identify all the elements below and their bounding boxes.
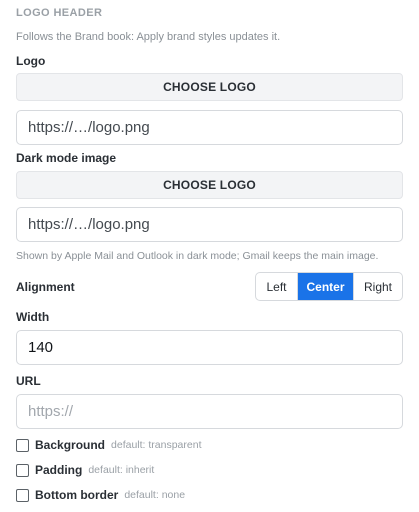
url-label: URL	[16, 374, 41, 388]
bottom-border-option: Bottom border default: none	[16, 487, 185, 503]
bottom-border-checkbox[interactable]	[16, 488, 29, 502]
padding-option-label: Padding	[35, 463, 83, 477]
background-default-text: default: transparent	[111, 439, 202, 451]
dark-mode-image-label: Dark mode image	[16, 151, 117, 165]
dark-mode-url-input[interactable]	[16, 207, 403, 242]
logo-label: Logo	[16, 54, 46, 68]
dark-mode-note: Shown by Apple Mail and Outlook in dark …	[16, 250, 379, 262]
url-input[interactable]	[16, 394, 403, 429]
alignment-label: Alignment	[16, 280, 75, 294]
width-label: Width	[16, 310, 50, 324]
align-right-button[interactable]: Right	[354, 273, 402, 300]
alignment-segmented-control: Left Center Right	[255, 272, 403, 301]
choose-logo-button[interactable]: CHOOSE LOGO	[16, 73, 403, 101]
width-input[interactable]	[16, 330, 403, 365]
bottom-border-default-text: default: none	[124, 489, 186, 501]
bottom-border-option-label: Bottom border	[35, 488, 119, 502]
padding-option: Padding default: inherit	[16, 462, 154, 478]
background-option: Background default: transparent	[16, 437, 202, 453]
section-hint: Follows the Brand book: Apply brand styl…	[16, 31, 281, 43]
logo-url-input[interactable]	[16, 110, 403, 145]
align-center-button[interactable]: Center	[298, 273, 354, 300]
padding-checkbox[interactable]	[16, 463, 29, 477]
background-option-label: Background	[35, 438, 106, 452]
section-title: LOGO HEADER	[16, 7, 103, 19]
padding-default-text: default: inherit	[88, 464, 155, 476]
background-checkbox[interactable]	[16, 438, 29, 452]
align-left-button[interactable]: Left	[256, 273, 298, 300]
choose-dark-logo-button[interactable]: CHOOSE LOGO	[16, 171, 403, 199]
